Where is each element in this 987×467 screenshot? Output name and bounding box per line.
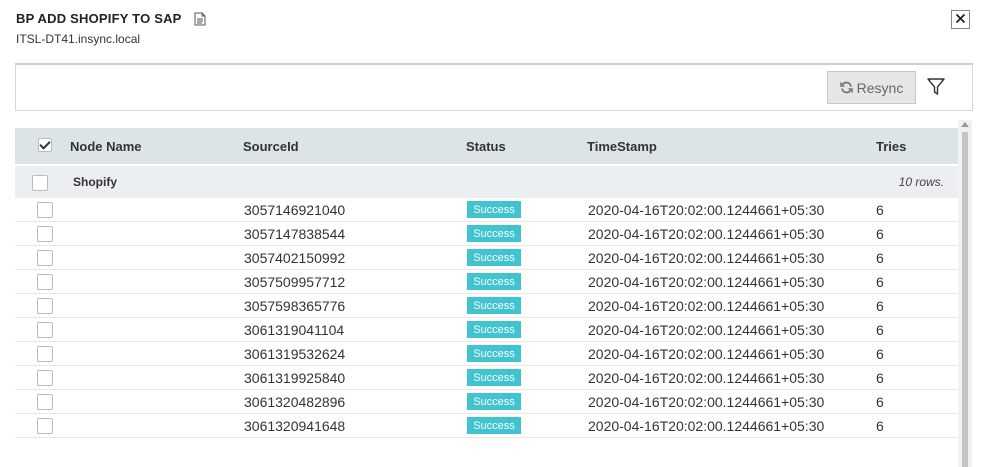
cell-timestamp: 2020-04-16T20:02:00.1244661+05:30: [588, 394, 825, 410]
grid-body: 3057146921040 Success 2020-04-16T20:02:00.…: [15, 198, 958, 438]
scroll-thumb[interactable]: [962, 132, 968, 467]
group-row[interactable]: Shopify 10 rows.: [15, 166, 958, 198]
cell-tries: 6: [876, 418, 884, 434]
row-checkbox[interactable]: [37, 394, 53, 410]
filter-button[interactable]: [926, 77, 946, 97]
document-icon[interactable]: [194, 12, 206, 26]
vertical-scrollbar[interactable]: [958, 120, 972, 467]
page-title: BP ADD SHOPIFY TO SAP: [16, 11, 182, 26]
table-row[interactable]: 3061319532624 Success 2020-04-16T20:02:00.…: [15, 342, 958, 366]
dialog-title-bar: BP ADD SHOPIFY TO SAP: [16, 11, 206, 26]
table-row[interactable]: 3057147838544 Success 2020-04-16T20:02:00.…: [15, 222, 958, 246]
cell-tries: 6: [876, 202, 884, 218]
cell-tries: 6: [876, 298, 884, 314]
cell-tries: 6: [876, 322, 884, 338]
filter-icon: [926, 78, 946, 101]
cell-source-id: 3057147838544: [244, 226, 346, 242]
close-icon: [955, 11, 966, 29]
row-checkbox[interactable]: [37, 226, 53, 242]
column-header-timestamp[interactable]: TimeStamp: [587, 139, 657, 154]
table-row[interactable]: 3057598365776 Success 2020-04-16T20:02:00.…: [15, 294, 958, 318]
cell-source-id: 3057402150992: [244, 250, 346, 266]
table-row[interactable]: 3057402150992 Success 2020-04-16T20:02:00.…: [15, 246, 958, 270]
cell-source-id: 3061320941648: [244, 418, 346, 434]
resync-label: Resync: [856, 79, 904, 96]
resync-button[interactable]: Resync: [827, 71, 916, 104]
cell-timestamp: 2020-04-16T20:02:00.1244661+05:30: [588, 274, 825, 290]
refresh-icon: [839, 81, 853, 94]
row-checkbox[interactable]: [37, 346, 53, 362]
status-badge: Success: [467, 321, 521, 338]
group-checkbox[interactable]: [32, 175, 48, 191]
status-badge: Success: [467, 201, 521, 218]
cell-timestamp: 2020-04-16T20:02:00.1244661+05:30: [588, 418, 825, 434]
table-row[interactable]: 3061320941648 Success 2020-04-16T20:02:00.…: [15, 414, 958, 438]
row-checkbox[interactable]: [37, 418, 53, 434]
cell-timestamp: 2020-04-16T20:02:00.1244661+05:30: [588, 202, 825, 218]
cell-tries: 6: [876, 394, 884, 410]
table-row[interactable]: 3061319041104 Success 2020-04-16T20:02:00.…: [15, 318, 958, 342]
cell-source-id: 3061319532624: [244, 346, 346, 362]
status-badge: Success: [467, 297, 521, 314]
row-checkbox[interactable]: [37, 250, 53, 266]
host-name: ITSL-DT41.insync.local: [16, 32, 141, 46]
grid-header: Node Name SourceId Status TimeStamp Trie…: [15, 128, 958, 164]
column-header-node-name[interactable]: Node Name: [70, 139, 142, 154]
data-grid: Node Name SourceId Status TimeStamp Trie…: [15, 128, 958, 438]
column-header-status[interactable]: Status: [466, 139, 506, 154]
status-badge: Success: [467, 225, 521, 242]
cell-tries: 6: [876, 274, 884, 290]
cell-timestamp: 2020-04-16T20:02:00.1244661+05:30: [588, 322, 825, 338]
row-checkbox[interactable]: [37, 322, 53, 338]
cell-timestamp: 2020-04-16T20:02:00.1244661+05:30: [588, 226, 825, 242]
select-all-checkbox[interactable]: [38, 138, 52, 152]
cell-source-id: 3061319041104: [244, 322, 345, 338]
status-badge: Success: [467, 393, 521, 410]
column-header-source-id[interactable]: SourceId: [243, 139, 299, 154]
table-row[interactable]: 3057509957712 Success 2020-04-16T20:02:00.…: [15, 270, 958, 294]
table-row[interactable]: 3061319925840 Success 2020-04-16T20:02:00.…: [15, 366, 958, 390]
toolbar: Resync: [15, 63, 973, 111]
row-checkbox[interactable]: [37, 202, 53, 218]
cell-source-id: 3057598365776: [244, 298, 346, 314]
cell-tries: 6: [876, 346, 884, 362]
cell-source-id: 3061320482896: [244, 394, 346, 410]
row-checkbox[interactable]: [37, 298, 53, 314]
status-badge: Success: [467, 369, 521, 386]
row-checkbox[interactable]: [37, 370, 53, 386]
status-badge: Success: [467, 273, 521, 290]
close-button[interactable]: [951, 10, 970, 29]
status-badge: Success: [467, 417, 521, 434]
cell-tries: 6: [876, 226, 884, 242]
scroll-up-arrow-icon[interactable]: [961, 122, 969, 127]
cell-source-id: 3057146921040: [244, 202, 346, 218]
status-badge: Success: [467, 345, 521, 362]
cell-source-id: 3057509957712: [244, 274, 346, 290]
group-name: Shopify: [73, 175, 117, 189]
cell-timestamp: 2020-04-16T20:02:00.1244661+05:30: [588, 346, 825, 362]
cell-timestamp: 2020-04-16T20:02:00.1244661+05:30: [588, 370, 825, 386]
status-badge: Success: [467, 249, 521, 266]
table-row[interactable]: 3061320482896 Success 2020-04-16T20:02:00.…: [15, 390, 958, 414]
column-header-tries[interactable]: Tries: [876, 139, 906, 154]
cell-timestamp: 2020-04-16T20:02:00.1244661+05:30: [588, 250, 825, 266]
cell-tries: 6: [876, 250, 884, 266]
cell-source-id: 3061319925840: [244, 370, 346, 386]
row-checkbox[interactable]: [37, 274, 53, 290]
group-row-count: 10 rows.: [898, 175, 944, 189]
cell-tries: 6: [876, 370, 884, 386]
cell-timestamp: 2020-04-16T20:02:00.1244661+05:30: [588, 298, 825, 314]
table-row[interactable]: 3057146921040 Success 2020-04-16T20:02:00.…: [15, 198, 958, 222]
